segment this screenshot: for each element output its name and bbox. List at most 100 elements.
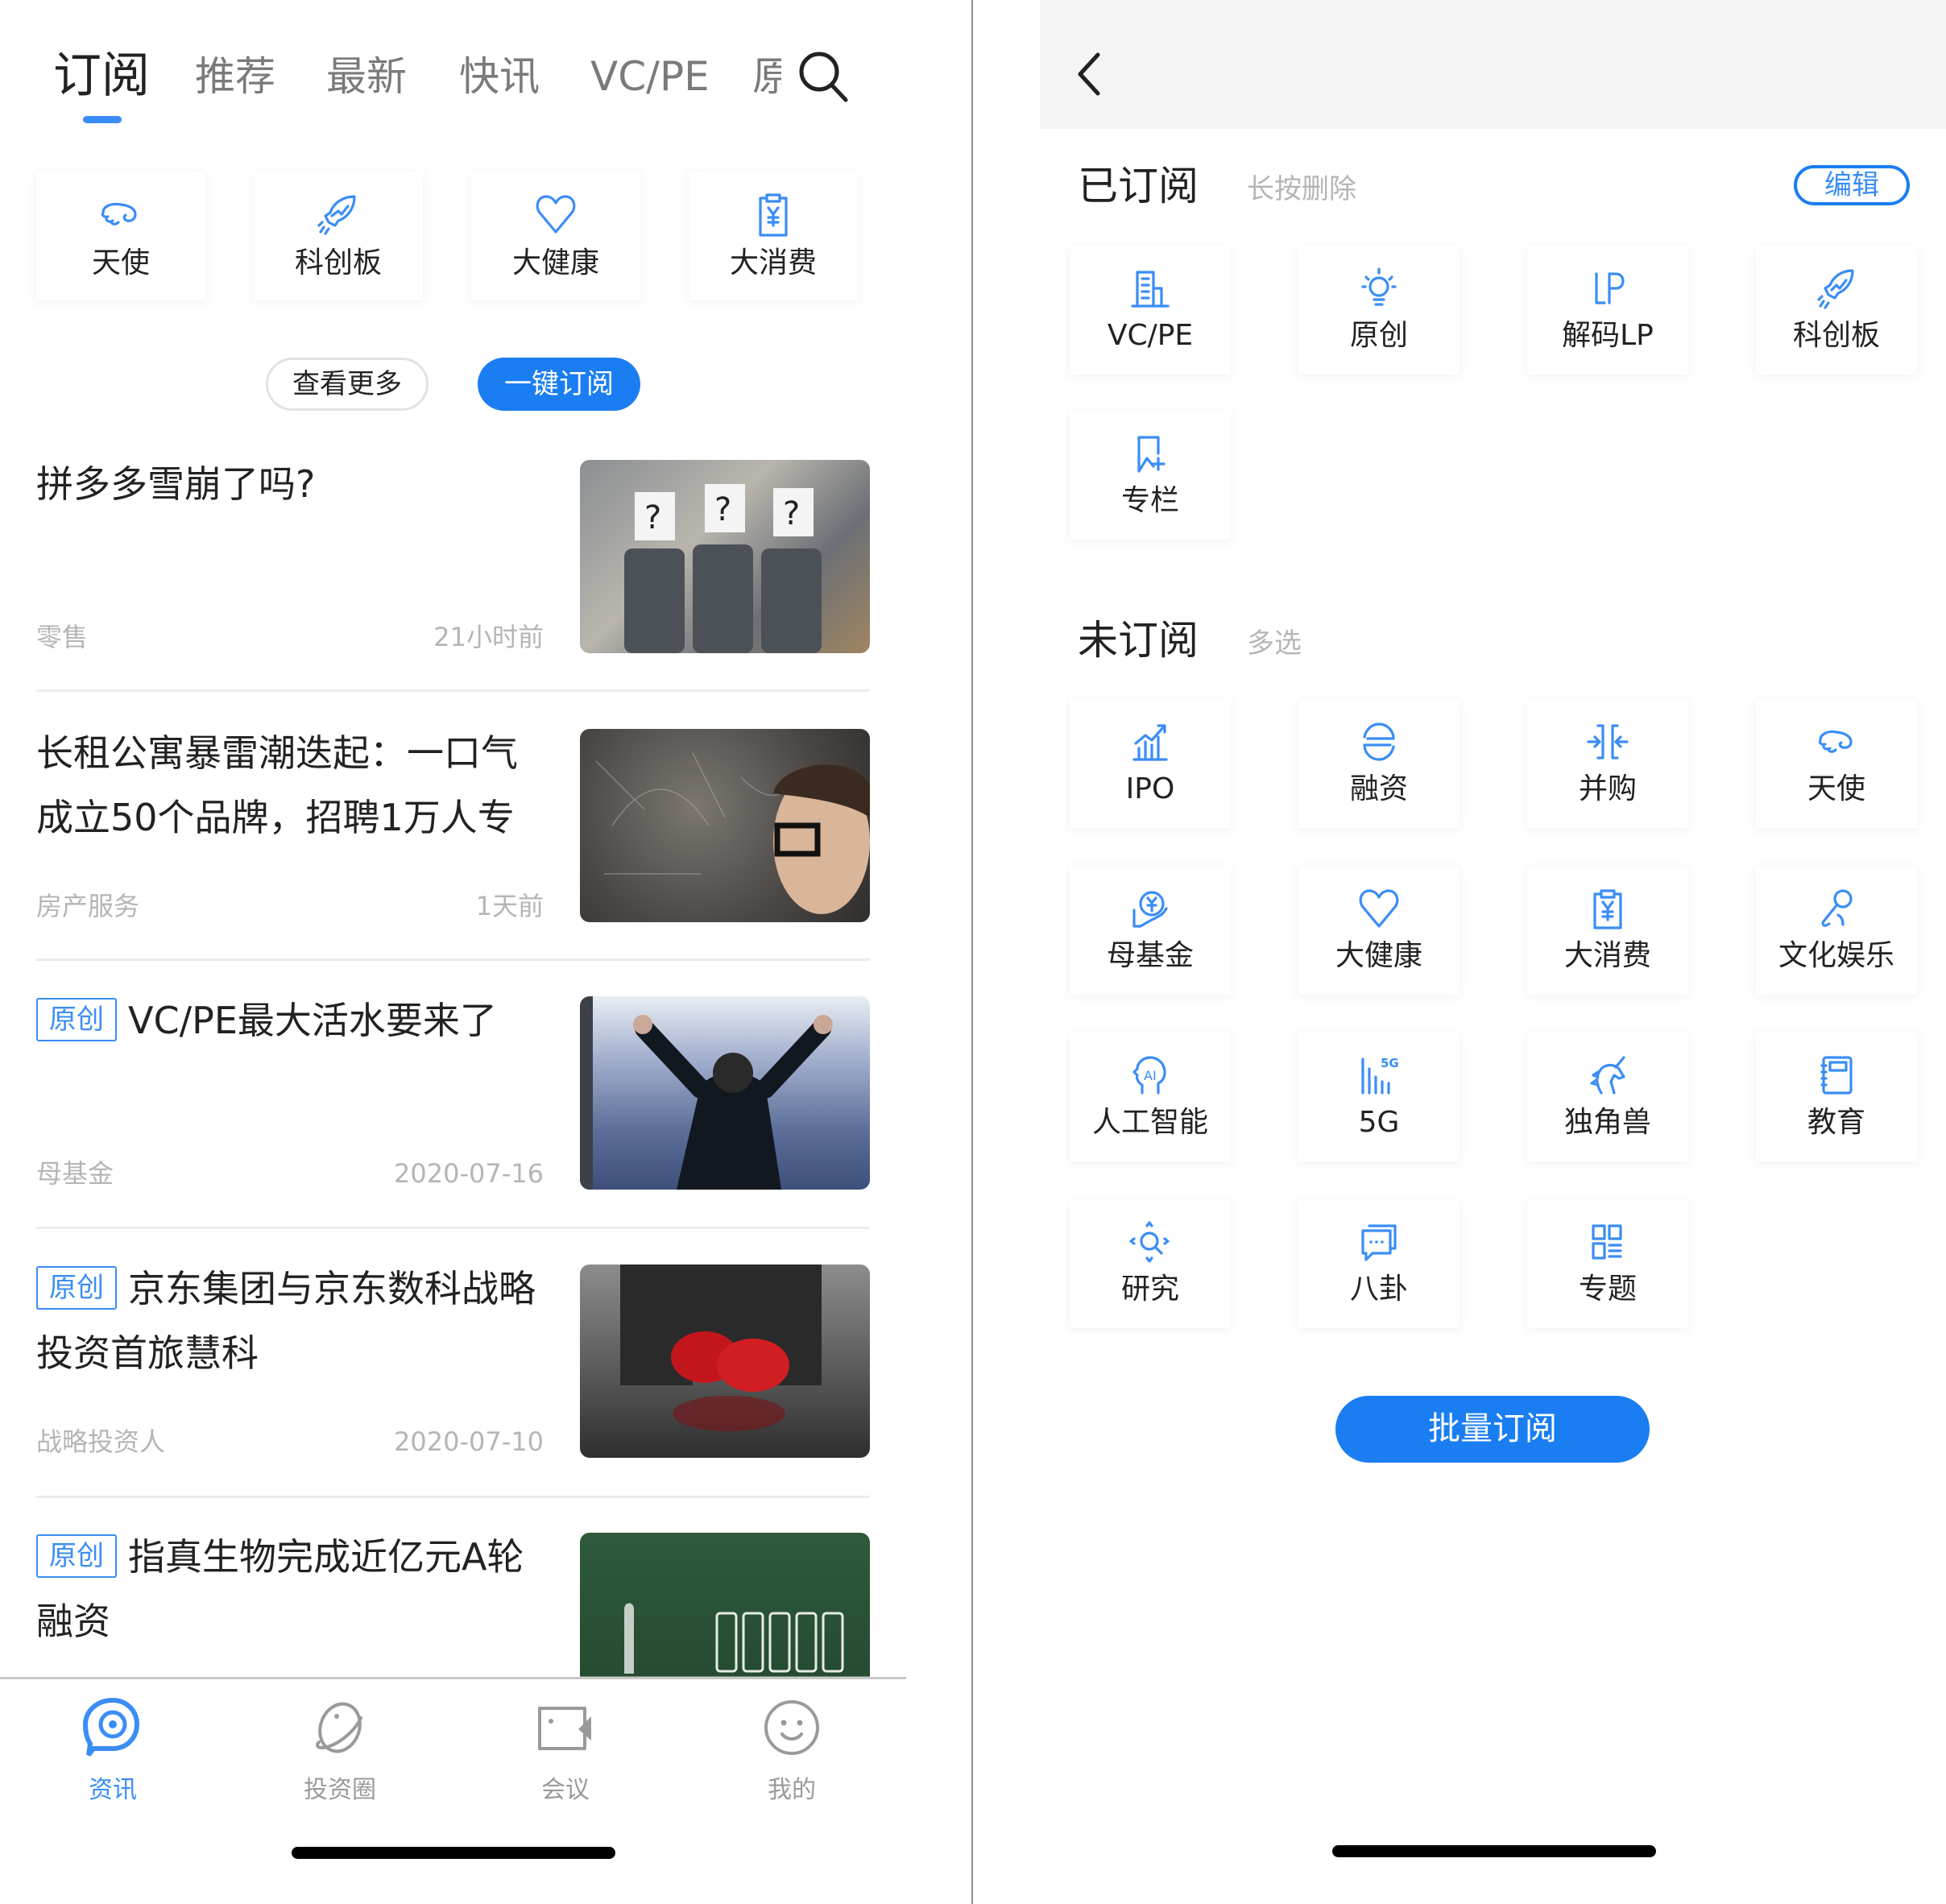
tab-original-label: 原 bbox=[752, 53, 781, 100]
tabbar-meetings[interactable]: 会议 bbox=[485, 1695, 646, 1808]
tab-vcpe[interactable]: VC/PE bbox=[590, 48, 710, 105]
chat-bubbles-icon bbox=[1356, 1219, 1402, 1265]
notebook-icon bbox=[1814, 1053, 1859, 1098]
tabbar-profile[interactable]: 我的 bbox=[711, 1695, 872, 1808]
category-health[interactable]: 大健康 bbox=[1298, 866, 1460, 995]
see-more-button[interactable]: 查看更多 bbox=[266, 358, 429, 411]
subscribed-category-decode-lp[interactable]: 解码LP bbox=[1527, 246, 1688, 375]
original-badge: 原创 bbox=[36, 1266, 117, 1310]
planet-icon bbox=[308, 1695, 372, 1760]
article-category: 零售 bbox=[36, 622, 89, 652]
lp-icon bbox=[1585, 266, 1630, 311]
subscription-management-screen: 已订阅 长按删除 编辑 VC/PE 原创 解码LP 科创板 专栏 未订阅 多选 bbox=[973, 0, 1946, 1904]
subscribed-category-column[interactable]: 专栏 bbox=[1070, 411, 1231, 540]
quick-category-label: 科创板 bbox=[294, 246, 382, 279]
quick-category-angel[interactable]: 天使 bbox=[36, 172, 205, 300]
category-research[interactable]: 研究 bbox=[1070, 1199, 1231, 1328]
heart-icon bbox=[532, 190, 580, 238]
article-item[interactable]: 原创 京东集团与京东数科战略投资首旅慧科 战略投资人 2020-07-10 bbox=[36, 1256, 870, 1466]
tabbar-label: 投资圈 bbox=[304, 1776, 376, 1804]
original-badge: 原创 bbox=[36, 998, 117, 1041]
category-label: 研究 bbox=[1120, 1273, 1179, 1306]
article-category: 战略投资人 bbox=[36, 1426, 166, 1457]
video-camera-icon bbox=[533, 1695, 598, 1760]
search-icon[interactable] bbox=[796, 48, 852, 105]
quick-category-consumer[interactable]: 大消费 bbox=[689, 172, 858, 300]
quick-category-star-market[interactable]: 科创板 bbox=[254, 172, 423, 300]
category-label: 母基金 bbox=[1106, 939, 1194, 972]
topic-grid-icon bbox=[1585, 1219, 1630, 1265]
svg-text:?: ? bbox=[644, 499, 661, 536]
category-unicorn[interactable]: 独角兽 bbox=[1527, 1033, 1688, 1161]
bottom-tab-bar: 资讯 投资圈 会议 我的 bbox=[0, 1679, 906, 1840]
angel-wing-icon bbox=[97, 190, 145, 238]
tab-latest[interactable]: 最新 bbox=[326, 48, 407, 105]
article-title: 原创 VC/PE最大活水要来了 bbox=[36, 988, 552, 1053]
angel-wing-icon bbox=[1814, 719, 1859, 764]
category-education[interactable]: 教育 bbox=[1756, 1033, 1917, 1161]
category-label: 独角兽 bbox=[1563, 1106, 1651, 1139]
long-press-delete-hint: 长按删除 bbox=[1247, 173, 1356, 205]
category-consumer[interactable]: 大消费 bbox=[1527, 866, 1688, 995]
article-item[interactable]: 长租公寓暴雷潮迭起：一口气成立50个品牌，招聘1万人专 房产服务 1天前 bbox=[36, 721, 870, 930]
ai-head-icon: AI bbox=[1128, 1053, 1173, 1098]
row-divider bbox=[36, 1227, 870, 1229]
category-gossip[interactable]: 八卦 bbox=[1298, 1199, 1460, 1328]
category-mergers[interactable]: 并购 bbox=[1527, 699, 1688, 828]
article-item[interactable]: 原创 指真生物完成近亿元A轮融资 bbox=[36, 1525, 870, 1678]
row-divider bbox=[36, 958, 870, 961]
quick-category-label: 大健康 bbox=[511, 246, 599, 279]
category-ai[interactable]: AI 人工智能 bbox=[1070, 1033, 1231, 1161]
category-label: VC/PE bbox=[1107, 319, 1194, 352]
batch-subscribe-button[interactable]: 批量订阅 bbox=[1335, 1396, 1650, 1463]
article-thumbnail bbox=[580, 1265, 870, 1458]
tabbar-investment-circle[interactable]: 投资圈 bbox=[259, 1695, 420, 1808]
one-click-subscribe-button[interactable]: 一键订阅 bbox=[478, 358, 640, 411]
article-title: 拼多多雪崩了吗? bbox=[36, 462, 316, 506]
subscribed-category-original[interactable]: 原创 bbox=[1298, 246, 1460, 375]
multi-select-hint[interactable]: 多选 bbox=[1247, 623, 1302, 664]
tabbar-label: 会议 bbox=[541, 1776, 590, 1804]
category-topics[interactable]: 专题 bbox=[1527, 1199, 1688, 1328]
quick-category-health[interactable]: 大健康 bbox=[471, 172, 640, 300]
category-label: 天使 bbox=[1807, 772, 1865, 805]
category-label: 解码LP bbox=[1562, 319, 1654, 352]
subscribed-category-star-market[interactable]: 科创板 bbox=[1756, 246, 1917, 375]
bookmark-plus-icon bbox=[1128, 431, 1173, 476]
category-label: 人工智能 bbox=[1091, 1106, 1208, 1139]
tab-original-partial[interactable]: 原 bbox=[749, 40, 781, 113]
category-entertainment[interactable]: 文化娱乐 bbox=[1756, 866, 1917, 995]
tabbar-label: 资讯 bbox=[89, 1776, 137, 1804]
category-ipo[interactable]: IPO bbox=[1070, 699, 1231, 828]
category-angel[interactable]: 天使 bbox=[1756, 699, 1917, 828]
article-time: 2020-07-10 bbox=[394, 1426, 544, 1457]
category-label: 原创 bbox=[1349, 319, 1408, 352]
unsubscribed-section-title: 未订阅 bbox=[1078, 617, 1199, 664]
clipboard-yen-icon bbox=[749, 190, 797, 238]
tab-recommend[interactable]: 推荐 bbox=[195, 48, 275, 105]
chart-up-icon bbox=[1128, 719, 1173, 764]
tab-subscribe[interactable]: 订阅 bbox=[53, 43, 150, 108]
article-thumbnail bbox=[580, 996, 870, 1190]
clipboard-yen-icon bbox=[1585, 886, 1630, 931]
article-time: 21小时前 bbox=[433, 622, 544, 652]
category-label: 教育 bbox=[1807, 1106, 1865, 1139]
tabbar-label: 我的 bbox=[768, 1776, 816, 1804]
quick-category-label: 天使 bbox=[91, 246, 150, 279]
chevron-left-icon[interactable] bbox=[1074, 50, 1106, 98]
category-label: 专题 bbox=[1578, 1273, 1637, 1306]
subscribed-category-vcpe[interactable]: VC/PE bbox=[1070, 246, 1231, 375]
article-item[interactable]: 拼多多雪崩了吗? 零售 21小时前 ??? bbox=[36, 452, 870, 661]
microphone-icon bbox=[1814, 886, 1859, 931]
article-item[interactable]: 原创 VC/PE最大活水要来了 母基金 2020-07-16 bbox=[36, 988, 870, 1198]
category-5g[interactable]: 5G 5G bbox=[1298, 1033, 1460, 1161]
category-financing[interactable]: 融资 bbox=[1298, 699, 1460, 828]
tabbar-news[interactable]: 资讯 bbox=[32, 1695, 193, 1808]
tab-flash[interactable]: 快讯 bbox=[459, 48, 540, 105]
edit-button[interactable]: 编辑 bbox=[1794, 165, 1910, 205]
subscribed-section-title: 已订阅 bbox=[1078, 163, 1199, 209]
article-title: 原创 京东集团与京东数科战略投资首旅慧科 bbox=[36, 1266, 536, 1375]
article-title: 原创 指真生物完成近亿元A轮融资 bbox=[36, 1534, 524, 1643]
category-fund-of-funds[interactable]: 母基金 bbox=[1070, 866, 1231, 995]
svg-text:?: ? bbox=[714, 491, 731, 528]
